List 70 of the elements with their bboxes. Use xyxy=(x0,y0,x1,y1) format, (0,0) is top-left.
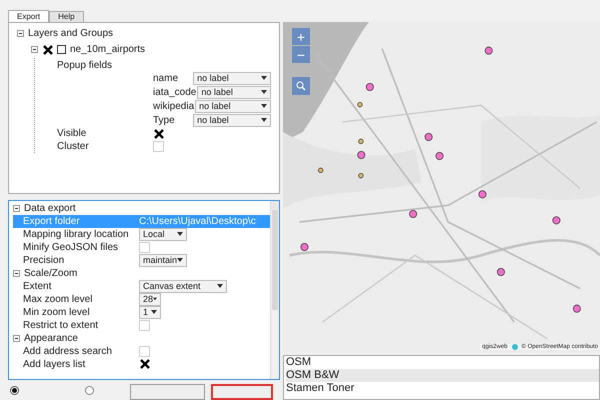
collapse-icon[interactable] xyxy=(13,334,20,342)
property-label: Visible xyxy=(57,127,88,141)
section-header[interactable]: Scale/Zoom xyxy=(24,266,78,281)
setting-label: Mapping library location xyxy=(23,228,130,242)
setting-label: Add address search xyxy=(23,344,113,359)
tab[interactable]: Export xyxy=(8,10,50,22)
setting-label: Export folder xyxy=(23,214,81,229)
setting-label: Extent xyxy=(23,280,52,294)
layer-name[interactable]: ne_10m_airports xyxy=(70,42,146,57)
caret-icon xyxy=(261,76,267,80)
dropdown[interactable]: maintain xyxy=(139,254,187,267)
collapse-icon[interactable] xyxy=(13,270,20,277)
radio-button[interactable] xyxy=(10,386,19,395)
settings-row[interactable]: Restrict to extent xyxy=(13,318,270,332)
dropdown[interactable]: no label xyxy=(197,86,271,98)
field-label: Type xyxy=(153,114,176,128)
dropdown[interactable]: Canvas extent xyxy=(139,280,227,293)
caret-icon xyxy=(177,232,183,236)
settings-row[interactable]: Precision maintain xyxy=(13,254,270,267)
setting-label: Min zoom level xyxy=(23,306,91,320)
collapse-icon[interactable] xyxy=(31,46,38,53)
settings-row[interactable]: Max zoom level 28 xyxy=(13,292,270,306)
caret-icon xyxy=(261,90,267,94)
dropdown[interactable]: no label xyxy=(193,114,271,126)
caret-icon xyxy=(153,297,157,302)
caret-icon xyxy=(177,258,183,262)
radio-button[interactable] xyxy=(85,386,94,395)
export-button[interactable] xyxy=(211,384,273,400)
tree-group-label[interactable]: Layers and Groups xyxy=(28,26,114,41)
basemap-item[interactable]: OSM B&W xyxy=(286,369,599,382)
search-button[interactable] xyxy=(292,77,310,95)
section-header[interactable]: Data export xyxy=(24,200,76,216)
settings-row[interactable]: Add address search xyxy=(13,344,270,358)
section-header[interactable]: Appearance xyxy=(24,330,78,346)
checkbox[interactable] xyxy=(42,44,53,55)
tree-item-label: Popup fields xyxy=(57,59,114,71)
settings-row[interactable]: Add layers list xyxy=(13,358,270,371)
settings-row[interactable]: Extent Canvas extent xyxy=(13,280,270,293)
caret-icon xyxy=(151,310,157,314)
checkbox[interactable] xyxy=(153,128,164,139)
dropdown[interactable]: Local xyxy=(139,228,187,241)
field-label: iata_code xyxy=(153,86,196,100)
caret-icon xyxy=(261,104,267,108)
checkbox[interactable] xyxy=(139,358,150,370)
basemap-item[interactable]: Stamen Toner xyxy=(286,382,599,395)
field-label: name xyxy=(153,72,180,86)
basemap-item[interactable]: OSM xyxy=(286,356,599,369)
setting-label: Minify GeoJSON files xyxy=(23,240,120,255)
dropdown[interactable]: 1 xyxy=(139,306,161,319)
caret-icon xyxy=(217,284,223,288)
property-label: Cluster xyxy=(57,140,90,154)
dropdown[interactable]: no label xyxy=(195,100,271,112)
search-icon xyxy=(296,81,306,91)
settings-row[interactable]: Minify GeoJSON files xyxy=(13,240,270,254)
field-label: wikipedia xyxy=(153,100,194,114)
dropdown[interactable]: 28 xyxy=(139,292,161,306)
dropdown[interactable]: no label xyxy=(193,72,271,84)
caret-icon xyxy=(261,118,267,122)
collapse-icon[interactable] xyxy=(17,30,24,37)
setting-label: Add layers list xyxy=(23,358,86,372)
tab[interactable]: Help xyxy=(49,11,84,22)
setting-label: Precision xyxy=(23,254,66,268)
setting-label: Restrict to extent xyxy=(23,318,100,333)
settings-row[interactable]: Mapping library location Local xyxy=(13,228,270,241)
logo-icon xyxy=(512,344,518,350)
scrollbar[interactable] xyxy=(270,200,279,379)
setting-label: Max zoom level xyxy=(23,292,94,307)
settings-row[interactable]: Min zoom level 1 xyxy=(13,306,270,319)
collapse-icon[interactable] xyxy=(13,204,20,212)
layer-icon xyxy=(57,45,66,54)
